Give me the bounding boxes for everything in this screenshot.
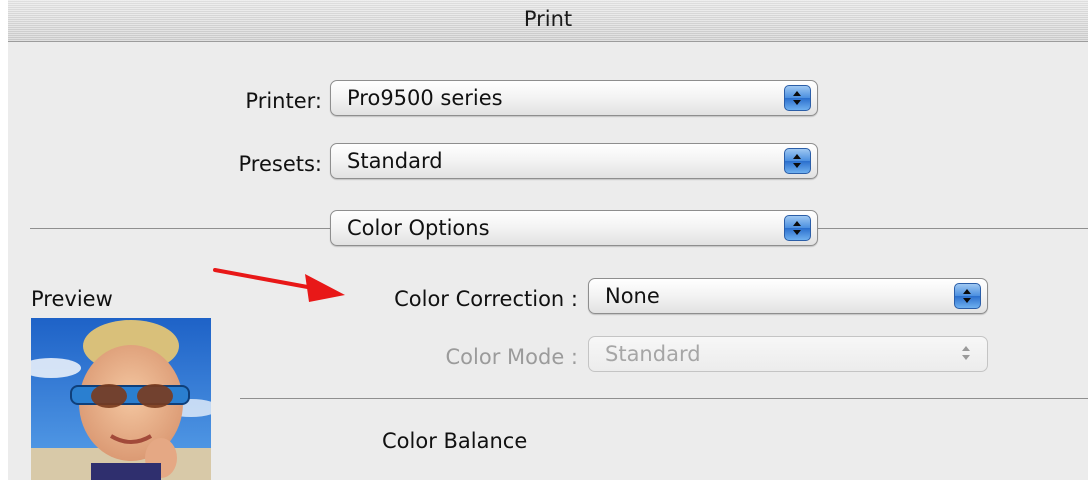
- color-mode-popup[interactable]: Standard: [588, 336, 988, 372]
- color-correction-label: Color Correction :: [394, 287, 578, 311]
- presets-label: Presets:: [238, 152, 323, 176]
- printer-popup[interactable]: Pro9500 series: [330, 80, 818, 116]
- up-down-arrows-icon: [784, 85, 811, 111]
- print-dialog: Print Printer: Pro9500 series Presets: S…: [8, 0, 1088, 480]
- up-down-arrows-icon: [954, 341, 981, 367]
- color-correction-value: None: [605, 284, 660, 308]
- color-balance-label: Color Balance: [382, 429, 528, 453]
- panel-selector-value: Color Options: [347, 216, 490, 240]
- panel-selector-popup[interactable]: Color Options: [330, 210, 818, 246]
- title-bar: Print: [8, 0, 1088, 42]
- preview-image: [31, 318, 211, 480]
- color-balance-divider: [240, 398, 1088, 399]
- color-correction-popup[interactable]: None: [588, 278, 988, 314]
- up-down-arrows-icon: [784, 215, 811, 241]
- section-divider-left: [30, 228, 330, 229]
- section-divider-right: [818, 228, 1088, 229]
- printer-label: Printer:: [245, 89, 322, 113]
- presets-popup[interactable]: Standard: [330, 143, 818, 179]
- color-mode-value: Standard: [605, 342, 701, 366]
- window-title: Print: [523, 7, 573, 31]
- printer-popup-value: Pro9500 series: [347, 86, 503, 110]
- presets-popup-value: Standard: [347, 149, 443, 173]
- color-mode-label: Color Mode :: [445, 345, 578, 369]
- preview-label: Preview: [31, 287, 113, 311]
- up-down-arrows-icon: [954, 283, 981, 309]
- up-down-arrows-icon: [784, 148, 811, 174]
